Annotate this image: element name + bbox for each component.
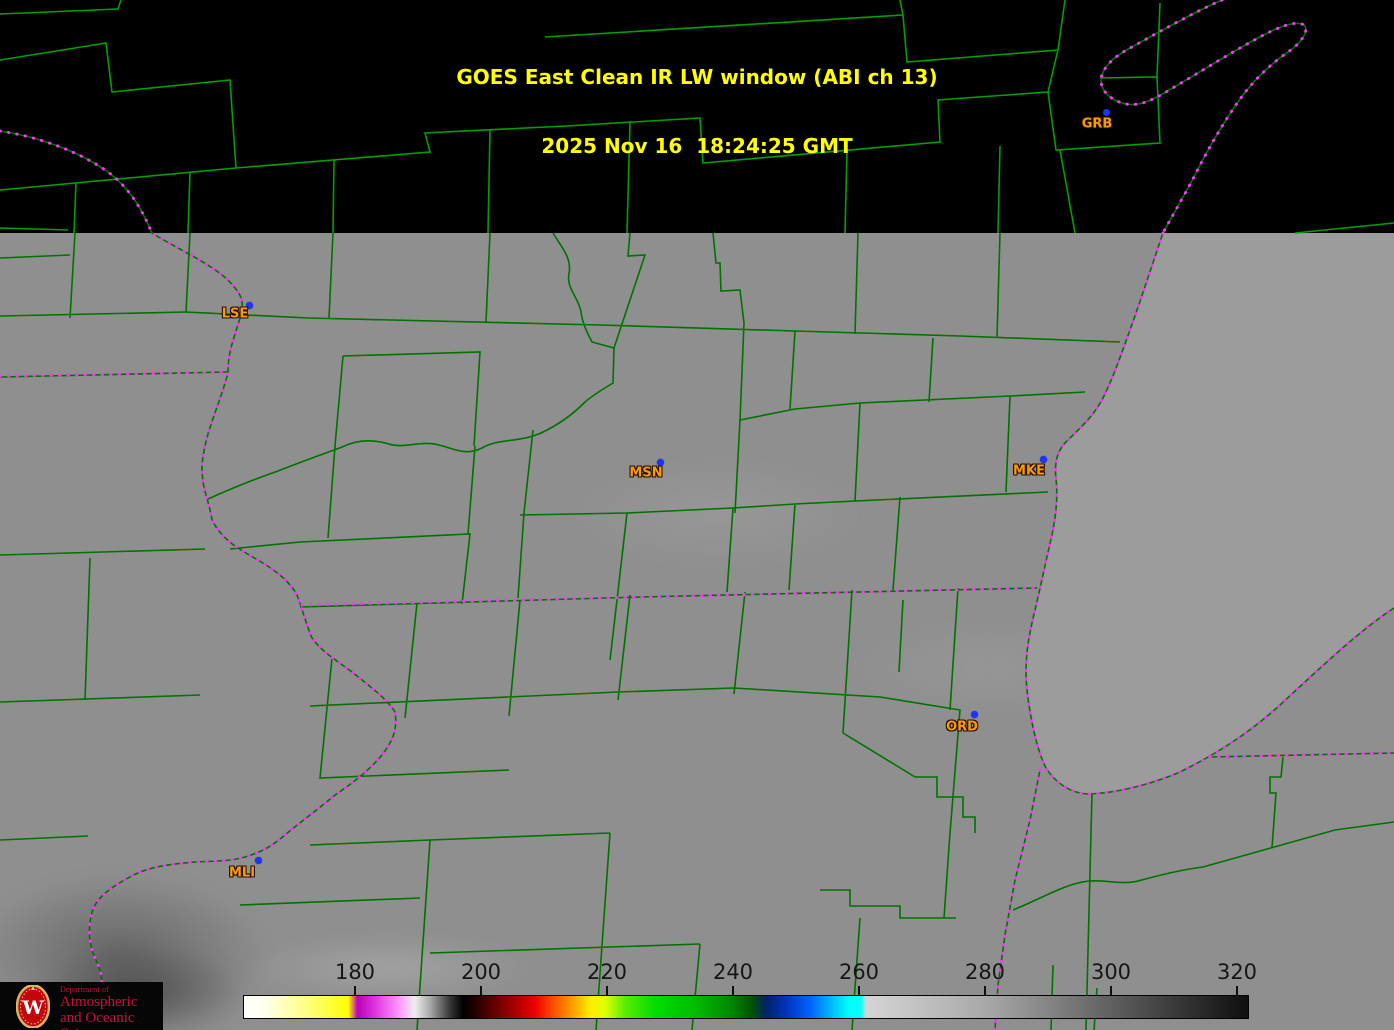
tick-mark: [984, 986, 986, 995]
station-label: LSE: [221, 306, 249, 322]
tick-label: 200: [460, 960, 502, 984]
tick-label: 260: [838, 960, 880, 984]
station-label: MLI: [228, 865, 256, 881]
station-label: ORD: [946, 719, 978, 735]
uw-crest-icon: W: [16, 985, 50, 1028]
uw-aos-logo: W Department of Atmospheric and Oceanic …: [0, 982, 163, 1030]
station-dot: [971, 711, 978, 718]
logo-line-1: Atmospheric: [60, 994, 138, 1010]
tick-label: 280: [964, 960, 1006, 984]
title-line-1: GOES East Clean IR LW window (ABI ch 13): [456, 65, 938, 89]
station-label: MKE: [1013, 463, 1045, 479]
logo-dept-line: Department of: [60, 985, 110, 994]
lake-michigan-surface: [1025, 233, 1394, 794]
tick-mark: [480, 986, 482, 995]
satellite-image-viewport: GOES East Clean IR LW window (ABI ch 13)…: [0, 0, 1394, 1030]
tick-label: 180: [334, 960, 376, 984]
logo-text: Department of Atmospheric and Oceanic Sc…: [60, 985, 163, 1030]
station-dot: [1040, 456, 1047, 463]
tick-mark: [1236, 986, 1238, 995]
tick-mark: [858, 986, 860, 995]
tick-label: 220: [586, 960, 628, 984]
title-line-2: 2025 Nov 16 18:24:25 GMT: [541, 134, 853, 158]
station-label: GRB: [1081, 116, 1113, 132]
tick-mark: [354, 986, 356, 995]
tick-label: 320: [1216, 960, 1258, 984]
svg-text:W: W: [21, 997, 44, 1019]
tick-label: 240: [712, 960, 754, 984]
image-title: GOES East Clean IR LW window (ABI ch 13)…: [0, 20, 1394, 204]
tick-mark: [732, 986, 734, 995]
tick-mark: [606, 986, 608, 995]
tick-label: 300: [1090, 960, 1132, 984]
logo-line-2: and Oceanic Sciences: [60, 1010, 135, 1030]
temperature-colorbar: [243, 995, 1249, 1019]
tick-mark: [1110, 986, 1112, 995]
station-dot: [255, 857, 262, 864]
station-label: MSN: [629, 465, 663, 481]
station-dot: [1103, 109, 1110, 116]
